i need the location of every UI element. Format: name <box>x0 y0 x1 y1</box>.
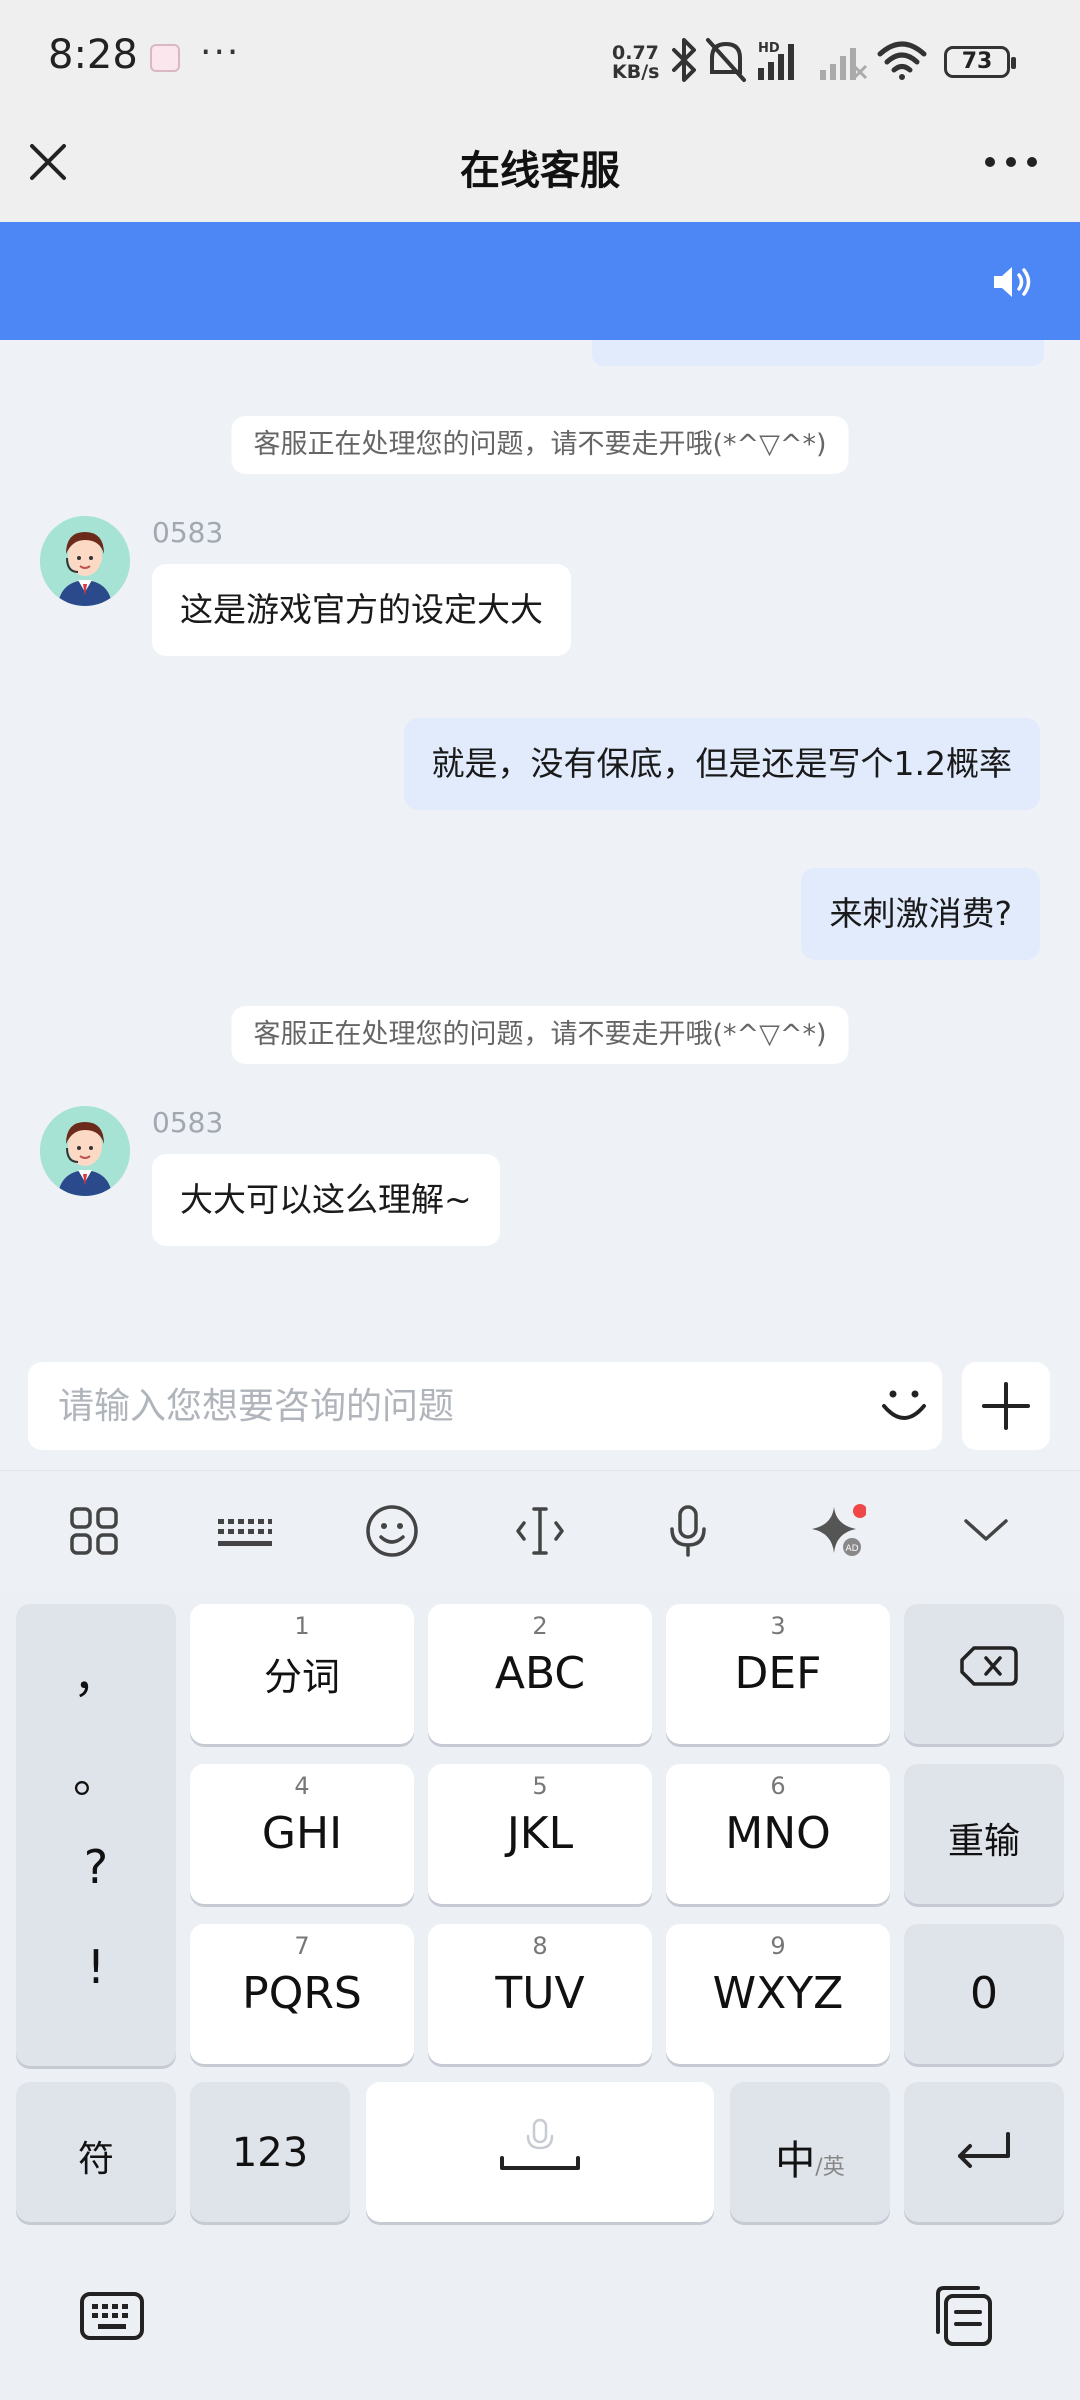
app-notification-icon <box>150 44 180 72</box>
collapse-keyboard-button[interactable] <box>956 1501 1016 1561</box>
ai-sparkle-icon: AD <box>812 1504 867 1556</box>
message-input[interactable] <box>58 1362 848 1450</box>
agent-avatar <box>40 1106 130 1196</box>
key-7[interactable]: 7 PQRS <box>190 1924 414 2064</box>
clipboard-button[interactable] <box>928 2280 1000 2352</box>
backspace-key[interactable] <box>904 1604 1064 1744</box>
numeric-switch-key[interactable]: 123 <box>190 2082 350 2222</box>
key-9[interactable]: 9 WXYZ <box>666 1924 890 2064</box>
apps-grid-button[interactable] <box>64 1501 124 1561</box>
keyboard-icon <box>80 2292 144 2340</box>
more-options-button[interactable] <box>976 132 1046 192</box>
microphone-icon <box>670 1505 706 1557</box>
chat-area[interactable]: 客服正在处理您的问题，请不要走开哦(*^▽^*) 0583 这是游戏官方的设定大… <box>0 340 1080 1470</box>
key-2[interactable]: 2 ABC <box>428 1604 652 1744</box>
agent-name: 0583 <box>152 1106 224 1139</box>
agent-avatar <box>40 516 130 606</box>
chevron-down-icon <box>964 1519 1008 1541</box>
previous-message-fragment <box>592 340 1044 366</box>
silent-bell-icon <box>706 38 746 82</box>
message-input-container <box>28 1362 942 1450</box>
battery-indicator: 73 <box>944 46 1016 78</box>
bluetooth-icon <box>672 38 696 82</box>
key-1[interactable]: 1 分词 <box>190 1604 414 1744</box>
more-horizontal-icon <box>985 157 1037 167</box>
clipboard-icon <box>936 2286 992 2346</box>
key-6[interactable]: 6 MNO <box>666 1764 890 1904</box>
signal-no-service-icon <box>820 48 868 80</box>
system-message: 客服正在处理您的问题，请不要走开哦(*^▽^*) <box>231 416 849 474</box>
system-nav-bar <box>0 2240 1080 2400</box>
keyboard-layout-button[interactable] <box>214 1501 274 1561</box>
keyboard-icon <box>218 1519 272 1546</box>
space-key[interactable] <box>366 2082 714 2222</box>
signal-hd-icon: HD <box>758 41 794 80</box>
enter-icon <box>958 2132 1010 2168</box>
zero-key[interactable]: 0 <box>904 1924 1064 2064</box>
grid-icon <box>70 1507 118 1555</box>
language-switch-key[interactable]: 中/英 <box>730 2082 890 2222</box>
notice-banner <box>0 222 1080 340</box>
voice-input-button[interactable] <box>658 1501 718 1561</box>
key-8[interactable]: 8 TUV <box>428 1924 652 2064</box>
status-bar: 8:28 ··· 0.77 KB/s HD 73 <box>0 0 1080 120</box>
cursor-edit-button[interactable] <box>510 1501 570 1561</box>
period-key[interactable]: 。 <box>16 1740 176 1806</box>
keyboard-switch-button[interactable] <box>76 2280 148 2352</box>
exclamation-key[interactable]: ! <box>16 1940 176 1994</box>
backspace-icon <box>960 1646 1018 1686</box>
more-notifications-icon: ··· <box>200 32 241 73</box>
emoji-panel-button[interactable] <box>362 1501 422 1561</box>
text-cursor-icon <box>516 1507 564 1555</box>
key-4[interactable]: 4 GHI <box>190 1764 414 1904</box>
status-time: 8:28 <box>48 32 138 78</box>
question-key[interactable]: ? <box>16 1840 176 1894</box>
symbols-key[interactable]: 符 <box>16 2082 176 2222</box>
svg-text:AD: AD <box>845 1544 858 1554</box>
comma-key[interactable]: ， <box>16 1640 176 1706</box>
add-attachment-button[interactable] <box>962 1362 1050 1450</box>
outgoing-message[interactable]: 来刺激消费? <box>801 868 1040 960</box>
enter-key[interactable] <box>904 2082 1064 2222</box>
emoji-button[interactable] <box>878 1380 930 1432</box>
outgoing-message[interactable]: 就是，没有保底，但是还是写个1.2概率 <box>403 718 1040 810</box>
plus-icon <box>982 1382 1030 1430</box>
speaker-button[interactable] <box>992 262 1036 302</box>
key-5[interactable]: 5 JKL <box>428 1764 652 1904</box>
agent-name: 0583 <box>152 516 224 549</box>
incoming-message[interactable]: 这是游戏官方的设定大大 <box>152 564 571 656</box>
wifi-icon <box>877 41 927 80</box>
punctuation-column[interactable]: ， 。 ? ! <box>16 1604 176 2066</box>
ai-assistant-button[interactable]: AD <box>806 1501 867 1561</box>
system-message: 客服正在处理您的问题，请不要走开哦(*^▽^*) <box>231 1006 849 1064</box>
emoji-icon <box>366 1505 418 1557</box>
smile-icon <box>882 1390 926 1420</box>
page-title: 在线客服 <box>460 148 620 194</box>
svg-text:HD: HD <box>758 41 780 56</box>
incoming-message[interactable]: 大大可以这么理解~ <box>152 1154 500 1246</box>
reenter-key[interactable]: 重输 <box>904 1764 1064 1904</box>
title-bar: 在线客服 <box>0 120 1080 222</box>
space-mic-icon <box>500 2118 580 2170</box>
key-3[interactable]: 3 DEF <box>666 1604 890 1744</box>
speaker-icon <box>994 267 1031 297</box>
network-speed: 0.77 KB/s <box>612 42 660 83</box>
composer <box>0 1340 1080 1470</box>
keyboard-toolbar: AD <box>0 1470 1080 1590</box>
